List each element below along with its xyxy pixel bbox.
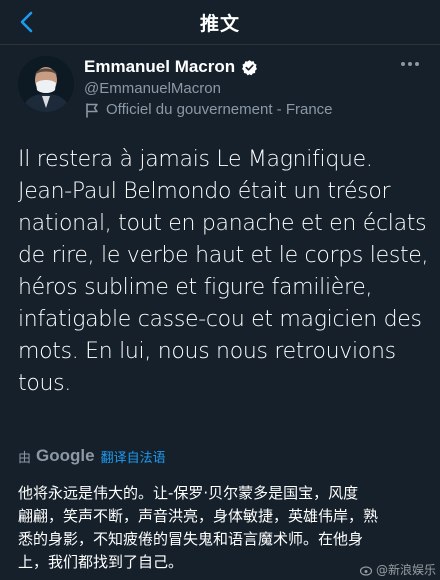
tweet-line: de rire, le verbe haut et le corps leste…: [18, 243, 429, 268]
tweet-line: Il restera à jamais Le Magnifique.: [18, 147, 373, 172]
government-flag-icon: [86, 102, 98, 118]
translation-line: 他将永远是伟大的。让-保罗·贝尔蒙多是国宝，风度: [18, 484, 359, 502]
watermark: @新浪娱乐: [359, 561, 436, 578]
author-name-row[interactable]: Emmanuel Macron: [84, 57, 258, 77]
government-label-text: Officiel du gouvernement - France: [106, 101, 333, 118]
author-handle[interactable]: @EmmanuelMacron: [84, 80, 221, 97]
translation-line: 翩翩，笑声不断，声音洪亮，身体敏捷，英雄伟岸，熟: [18, 507, 379, 525]
tweet-line: mots. En lui, nous nous retrouvions: [18, 339, 396, 364]
back-button[interactable]: [8, 4, 44, 40]
verified-badge-icon: [242, 59, 258, 75]
avatar-image: [18, 56, 74, 112]
tweet-line: national, tout en panache et en éclats: [18, 211, 427, 236]
page-title: 推文: [199, 12, 240, 35]
more-options-button[interactable]: [398, 56, 422, 72]
top-bar: 推文: [0, 0, 440, 45]
avatar[interactable]: [18, 56, 74, 112]
tweet-line: héros sublime et figure familière,: [18, 275, 373, 300]
translated-by-label: 由: [18, 449, 32, 465]
google-logo: Google: [36, 446, 95, 465]
tweet-line: tous.: [18, 371, 71, 396]
tweet-text: Il restera à jamais Le Magnifique. Jean-…: [18, 144, 429, 400]
more-icon: [401, 62, 419, 66]
author-name: Emmanuel Macron: [84, 57, 236, 76]
government-label: Officiel du gouvernement - France: [84, 101, 333, 118]
translation-attribution: 由 Google 翻译自法语: [18, 446, 166, 466]
back-arrow-icon: [20, 11, 33, 33]
weibo-icon: [359, 565, 373, 576]
translation-line: 悉的身影，不知疲倦的冒失鬼和语言魔术师。在他身: [18, 530, 364, 548]
translate-link[interactable]: 翻译自法语: [101, 447, 166, 466]
watermark-text: @新浪娱乐: [375, 563, 436, 577]
tweet-line: infatigable casse-cou et magicien des: [18, 307, 422, 332]
tweet-line: Jean-Paul Belmondo était un trésor: [18, 179, 391, 204]
